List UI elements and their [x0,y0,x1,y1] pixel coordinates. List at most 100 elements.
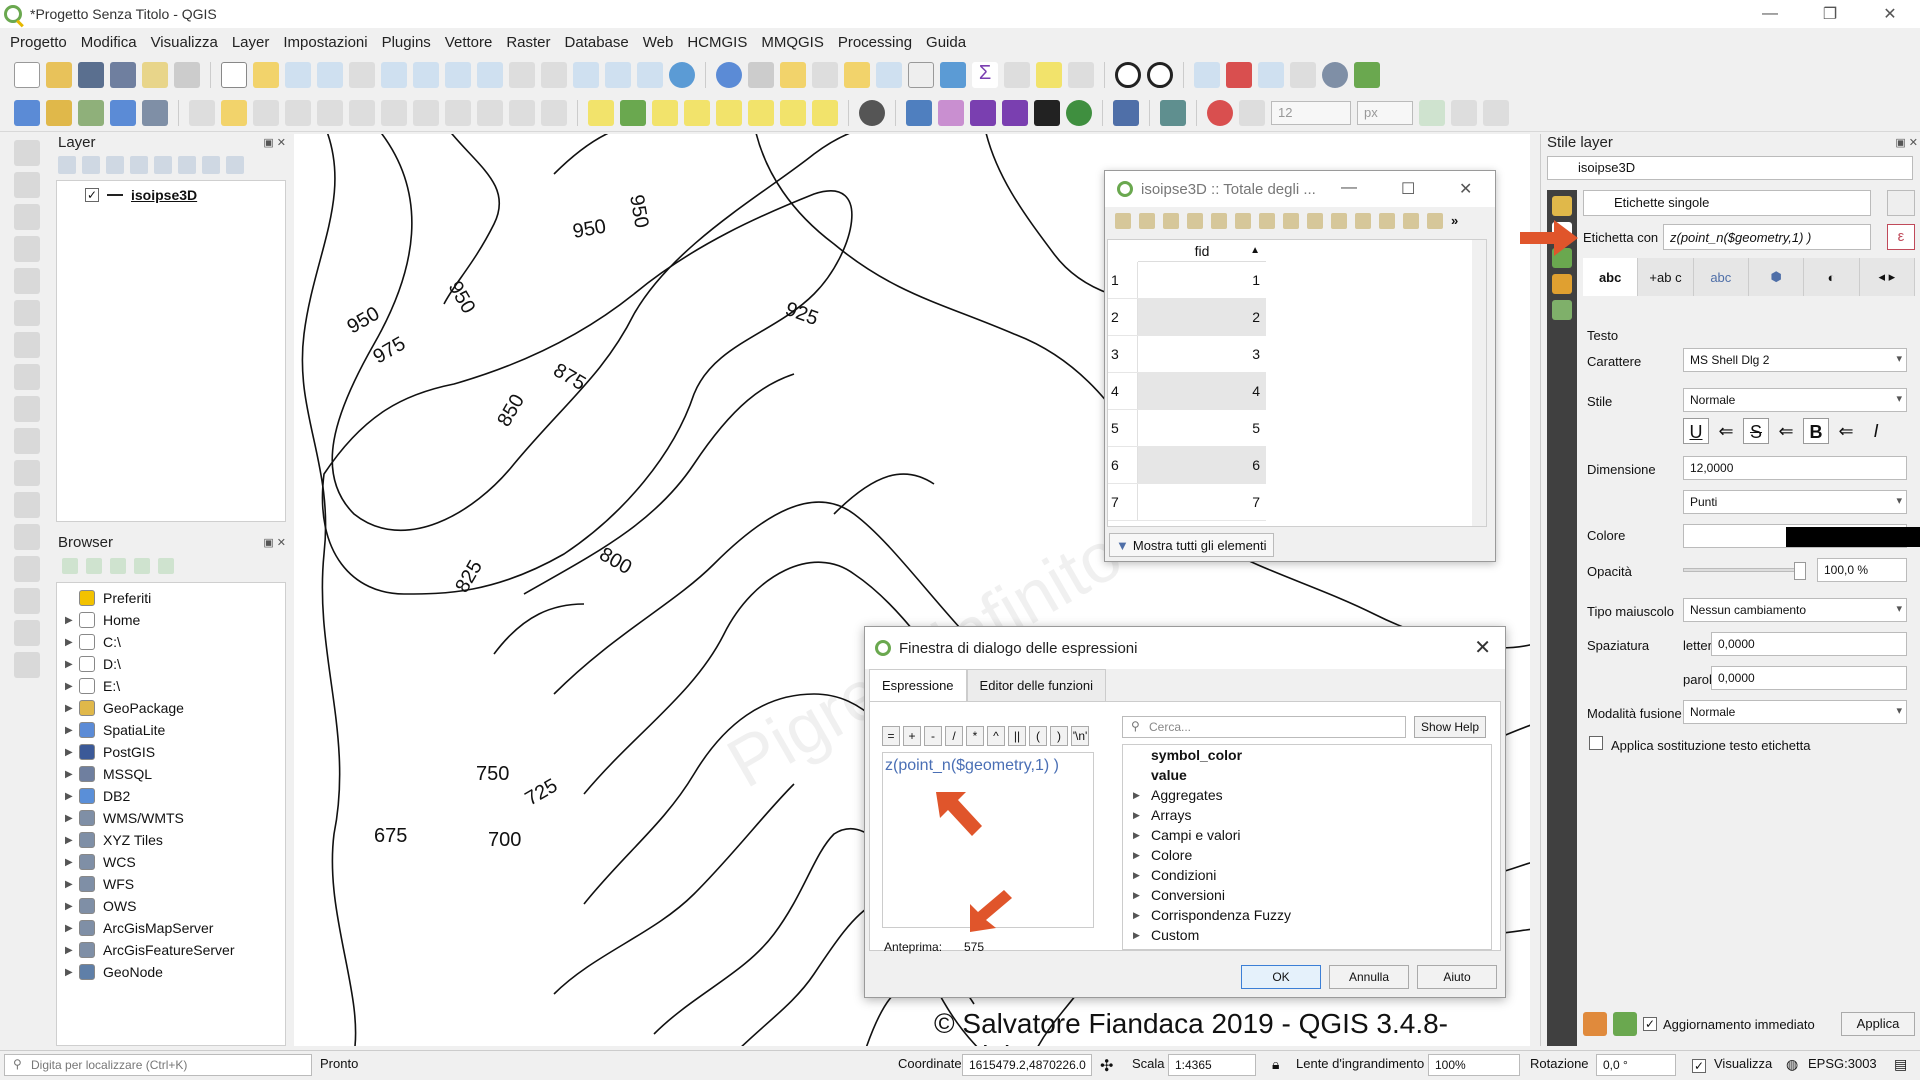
plugin-search-icon[interactable] [1290,62,1316,88]
row-number[interactable]: 1 [1108,262,1138,298]
plugin-zoom-icon[interactable] [1258,62,1284,88]
operator-button[interactable]: * [966,726,984,746]
pan-icon[interactable] [221,62,247,88]
menu-progetto[interactable]: Progetto [10,34,67,51]
function-list-item[interactable]: ▶ Condizioni [1123,865,1491,885]
size-input[interactable]: 12,0000 [1683,456,1907,480]
function-list-item[interactable]: ▶ Colore [1123,845,1491,865]
messages-icon[interactable]: ▤ [1894,1056,1907,1073]
help-icon[interactable] [1113,99,1139,126]
row-number[interactable]: 5 [1108,410,1138,446]
pin-label-icon[interactable] [684,99,710,126]
cell-fid[interactable]: 2 [1138,299,1266,335]
browser-item[interactable]: ▶ GeoNode [57,961,285,983]
operator-button[interactable]: - [924,726,942,746]
tab-buffer[interactable]: abc [1694,258,1749,296]
highlight-label-icon[interactable] [652,99,678,126]
modify-attributes-icon[interactable] [349,99,375,126]
table-row[interactable]: 11 [1108,262,1266,299]
refresh-icon[interactable] [669,62,695,88]
plugin-info-icon[interactable] [1066,99,1092,126]
avoid-overlap-icon[interactable] [1483,99,1509,126]
bookmark-icon[interactable] [605,62,631,88]
side-tool-icon[interactable] [14,140,40,166]
menu-guida[interactable]: Guida [926,34,966,51]
expand-arrow-icon[interactable]: ▶ [65,791,79,802]
show-hide-label-icon[interactable] [716,99,742,126]
side-tool-icon[interactable] [14,620,40,646]
plugin-a-icon[interactable] [1194,62,1220,88]
expand-arrow-icon[interactable]: ▶ [1133,910,1151,921]
operator-button[interactable]: ) [1050,726,1068,746]
browser-item[interactable]: ▶ GeoPackage [57,697,285,719]
plugin-extent-icon[interactable] [1354,62,1380,88]
attribute-table-icon[interactable] [876,62,902,88]
print-layout-icon[interactable] [142,62,168,88]
zoom-last-icon[interactable] [509,62,535,88]
redo-style-icon[interactable] [1613,1012,1637,1036]
show-bookmarks-icon[interactable] [637,62,663,88]
menu-web[interactable]: Web [643,34,674,51]
minimize-button[interactable]: — [1740,0,1800,28]
operator-button[interactable]: / [945,726,963,746]
browser-item[interactable]: ▶ DB2 [57,785,285,807]
function-list-item[interactable]: ▶ Conversioni [1123,885,1491,905]
new-geopackage-icon[interactable] [46,99,72,126]
operator-button[interactable]: ( [1029,726,1047,746]
collapse-icon[interactable] [134,558,150,574]
dock-buttons[interactable]: ▣ ✕ [263,536,286,549]
delete-selected-icon[interactable] [381,99,407,126]
add-layers-icon[interactable] [62,558,78,574]
zoom-in-icon[interactable] [285,62,311,88]
identify-icon[interactable] [716,62,742,88]
filter-icon[interactable] [1427,213,1443,229]
toggle-editing-icon[interactable] [221,99,247,126]
side-tool-icon[interactable] [14,204,40,230]
layer-select[interactable]: isoipse3D [1547,156,1913,180]
side-tool-icon[interactable] [14,268,40,294]
zoom-to-layer-icon[interactable] [445,62,471,88]
expand-arrow-icon[interactable]: ▶ [65,659,79,670]
function-list-item[interactable]: ▶ Aggregates [1123,785,1491,805]
add-group-icon[interactable] [82,156,100,174]
expand-arrow-icon[interactable]: ▶ [1133,830,1151,841]
reload-icon[interactable] [1187,213,1203,229]
cancel-button[interactable]: Annulla [1329,965,1409,989]
coordinate-input[interactable]: 1615479.2,4870226.0 [962,1054,1092,1076]
browser-item[interactable]: ▶ C:\ [57,631,285,653]
labeling-mode-select[interactable]: Etichette singole [1583,190,1871,216]
style-select[interactable]: Normale [1683,388,1907,412]
side-tool-icon[interactable] [14,556,40,582]
operator-button[interactable]: '\n' [1071,726,1089,746]
side-tool-icon[interactable] [14,364,40,390]
underline-icon[interactable]: U [1683,418,1709,444]
zoom-native-icon[interactable] [477,62,503,88]
layer-visibility-checkbox[interactable]: ✓ [85,188,99,202]
plugin-b-icon[interactable] [1226,62,1252,88]
browser-item[interactable]: ▶ E:\ [57,675,285,697]
expand-arrow-icon[interactable]: ▶ [1133,850,1151,861]
menu-modifica[interactable]: Modifica [81,34,137,51]
blend-select[interactable]: Normale [1683,700,1907,724]
maximize-button[interactable]: ☐ [1401,179,1415,199]
manage-themes-icon[interactable] [106,156,124,174]
dock-buttons[interactable]: ▣ ✕ [1895,136,1918,149]
browser-item[interactable]: ▶ ArcGisFeatureServer [57,939,285,961]
zoom-next-icon[interactable] [541,62,567,88]
expand-arrow-icon[interactable]: ▶ [1133,790,1151,801]
expand-arrow-icon[interactable]: ▶ [65,967,79,978]
dock-buttons[interactable]: ▣ ✕ [263,136,286,149]
expression-epsilon-icon[interactable]: ε [1887,224,1915,250]
delete-feature-icon[interactable] [1235,213,1251,229]
expand-arrow-icon[interactable]: ▶ [1133,930,1151,941]
expand-arrow-icon[interactable]: ▶ [65,615,79,626]
scale-select[interactable]: 1:4365 [1168,1054,1256,1076]
close-button[interactable]: ✕ [1860,0,1920,28]
redo-edit-icon[interactable] [541,99,567,126]
function-list-item[interactable]: symbol_color [1123,745,1491,765]
save-project-icon[interactable] [78,62,104,88]
info-icon[interactable] [158,558,174,574]
metasearch-icon[interactable] [859,99,885,126]
browser-item[interactable]: Preferiti [57,587,285,609]
browser-item[interactable]: ▶ SpatiaLite [57,719,285,741]
